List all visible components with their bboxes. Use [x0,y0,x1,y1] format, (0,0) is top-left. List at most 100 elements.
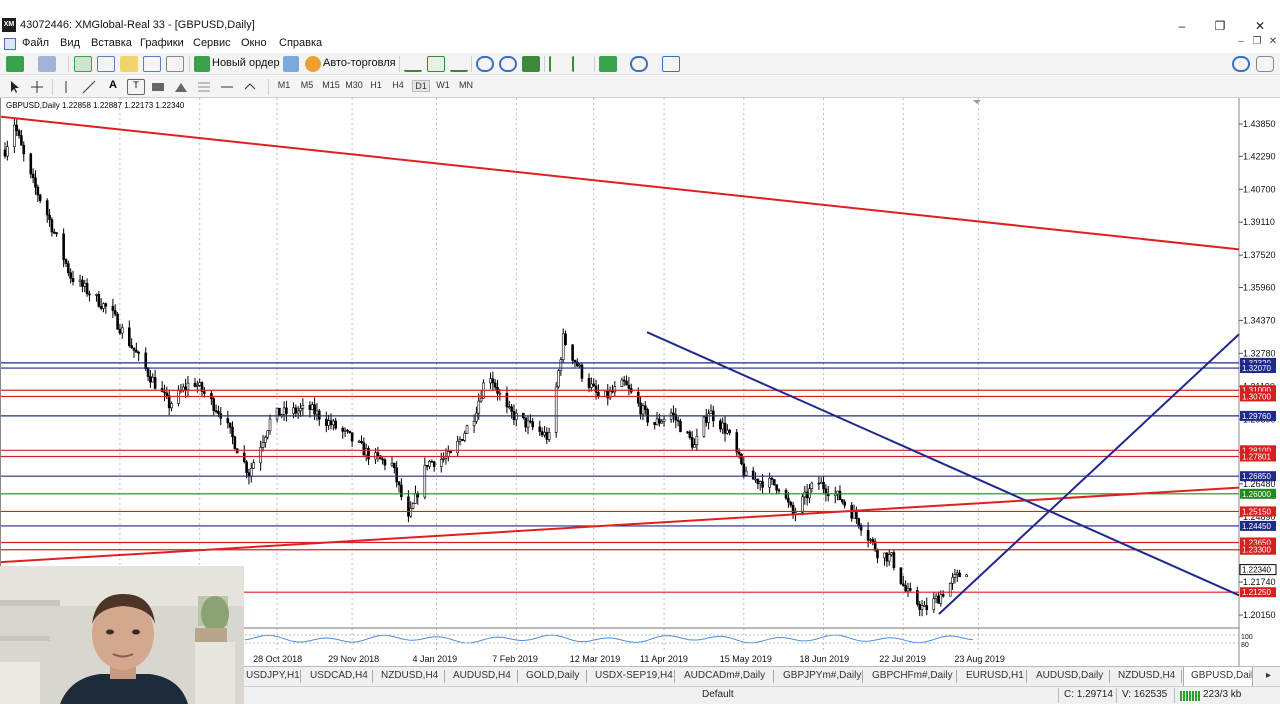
minimize-button[interactable]: – [1162,16,1202,36]
tab-gbpusd-daily-active[interactable]: GBPUSD,Daily [1183,667,1253,686]
candle-body [787,497,790,503]
price-axis-label: 1.32780 [1243,348,1276,358]
cursor-icon[interactable] [6,79,24,95]
candle-body [69,272,72,279]
candle-body [543,432,546,436]
timeframe-m15[interactable]: M15 [320,80,342,90]
tab-nzdusd-h4[interactable]: NZDUSD,H4 [381,670,438,681]
close-button[interactable]: ✕ [1240,16,1280,36]
price-axis-label: 1.40700 [1243,184,1276,194]
periods-icon[interactable] [630,56,648,72]
tab-audusd-h4[interactable]: AUDUSD,H4 [453,670,511,681]
candle-body [871,539,875,542]
candle-body [137,352,140,354]
candle-body [432,461,436,467]
menu-file[interactable]: Файл [22,37,49,49]
menu-view[interactable]: Вид [60,37,80,49]
navigator-icon[interactable] [120,56,138,72]
menu-tools[interactable]: Сервис [193,37,231,49]
tab-usdcad-h4[interactable]: USDCAD,H4 [310,670,368,681]
new-chart-icon[interactable] [6,56,24,72]
menu-insert[interactable]: Вставка [91,37,132,49]
mdi-minimize-button[interactable]: – [1234,36,1248,47]
text-label-icon[interactable]: T [127,79,145,95]
tab-usdjpy-h1[interactable]: USDJPY,H1 [246,670,300,681]
status-profile[interactable]: Default [702,689,734,700]
chart-window-icon[interactable] [4,38,16,50]
timeframe-d1[interactable]: D1 [412,80,430,92]
profiles-icon[interactable] [38,56,56,72]
tab-gbpjpym-daily[interactable]: GBPJPYm#,Daily [783,670,861,681]
tabs-scroll-right-icon[interactable]: ▸ [1266,670,1271,681]
fibonacci-icon[interactable] [196,79,214,95]
mdi-close-button[interactable]: ✕ [1266,36,1280,47]
candle-body [346,429,349,432]
chat-icon[interactable] [1256,56,1274,72]
candle-body [242,452,246,463]
tab-eurusd-h1[interactable]: EURUSD,H1 [966,670,1024,681]
rectangle-icon[interactable] [150,79,168,95]
tab-gbpchfm-daily[interactable]: GBPCHFm#,Daily [872,670,953,681]
zoom-out-icon[interactable] [499,56,517,72]
market-watch-icon[interactable] [74,56,92,72]
timeframe-m1[interactable]: M1 [276,80,292,90]
candle-body [393,462,396,469]
timeframe-mn[interactable]: MN [457,80,475,90]
strategy-tester-icon[interactable] [166,56,184,72]
line-chart-icon[interactable] [450,56,468,72]
candle-body [892,552,896,569]
tab-usdx-sep19-h4[interactable]: USDX-SEP19,H4 [595,670,673,681]
menu-window[interactable]: Окно [241,37,267,49]
candlestick-chart-icon[interactable] [427,56,445,72]
chart-info-label: GBPUSD,Daily 1.22858 1.22887 1.22173 1.2… [6,101,185,110]
text-tool-icon[interactable]: A [104,79,122,95]
bar-chart-icon[interactable] [404,56,422,72]
autotrading-button[interactable]: Авто-торговля [323,57,396,69]
tile-windows-icon[interactable] [522,56,540,72]
candle-body [658,418,661,424]
candle-body [329,420,333,426]
tab-separator [862,670,863,683]
menu-charts[interactable]: Графики [140,37,184,49]
maximize-button[interactable]: ❐ [1200,16,1240,36]
vertical-line-icon[interactable] [58,79,76,95]
autoscroll-icon[interactable] [572,56,590,72]
candle-body [313,404,316,415]
mdi-restore-button[interactable]: ❐ [1250,36,1264,47]
timeframe-m5[interactable]: M5 [299,80,315,90]
trendline-icon[interactable] [81,79,99,95]
autotrading-icon[interactable] [305,56,321,72]
candle-body [163,391,166,394]
timeframe-h4[interactable]: H4 [390,80,406,90]
timeframe-m30[interactable]: M30 [343,80,365,90]
level-price-label: 1.30700 [1242,392,1271,401]
candle-body [233,436,237,450]
menu-help[interactable]: Справка [279,37,322,49]
new-order-button[interactable]: Новый ордер [212,57,280,69]
tab-audusd-daily[interactable]: AUDUSD,Daily [1036,670,1103,681]
crosshair-icon[interactable] [29,79,47,95]
zoom-in-icon[interactable] [476,56,494,72]
new-order-icon[interactable] [194,56,210,72]
candle-body [721,422,724,430]
tab-nzdusd-h4-2[interactable]: NZDUSD,H4 [1118,670,1175,681]
tab-gold-daily[interactable]: GOLD,Daily [526,670,579,681]
terminal-icon[interactable] [143,56,161,72]
arrows-icon[interactable] [242,79,260,95]
chart-shift-icon[interactable] [549,56,567,72]
metaeditor-icon[interactable] [283,56,299,72]
candle-body [639,402,642,415]
templates-icon[interactable] [662,56,680,72]
horizontal-line-icon[interactable] [219,79,237,95]
search-icon[interactable] [1232,56,1250,72]
timeframe-w1[interactable]: W1 [434,80,452,90]
tab-audcadm-daily[interactable]: AUDCADm#,Daily [684,670,765,681]
candle-body [505,392,509,408]
triangle-icon[interactable] [173,79,191,95]
data-window-icon[interactable] [97,56,115,72]
candle-body [491,378,495,384]
timeframe-h1[interactable]: H1 [368,80,384,90]
rectangle-glyph [152,83,164,91]
indicators-icon[interactable] [599,56,617,72]
candle-body [48,214,51,220]
